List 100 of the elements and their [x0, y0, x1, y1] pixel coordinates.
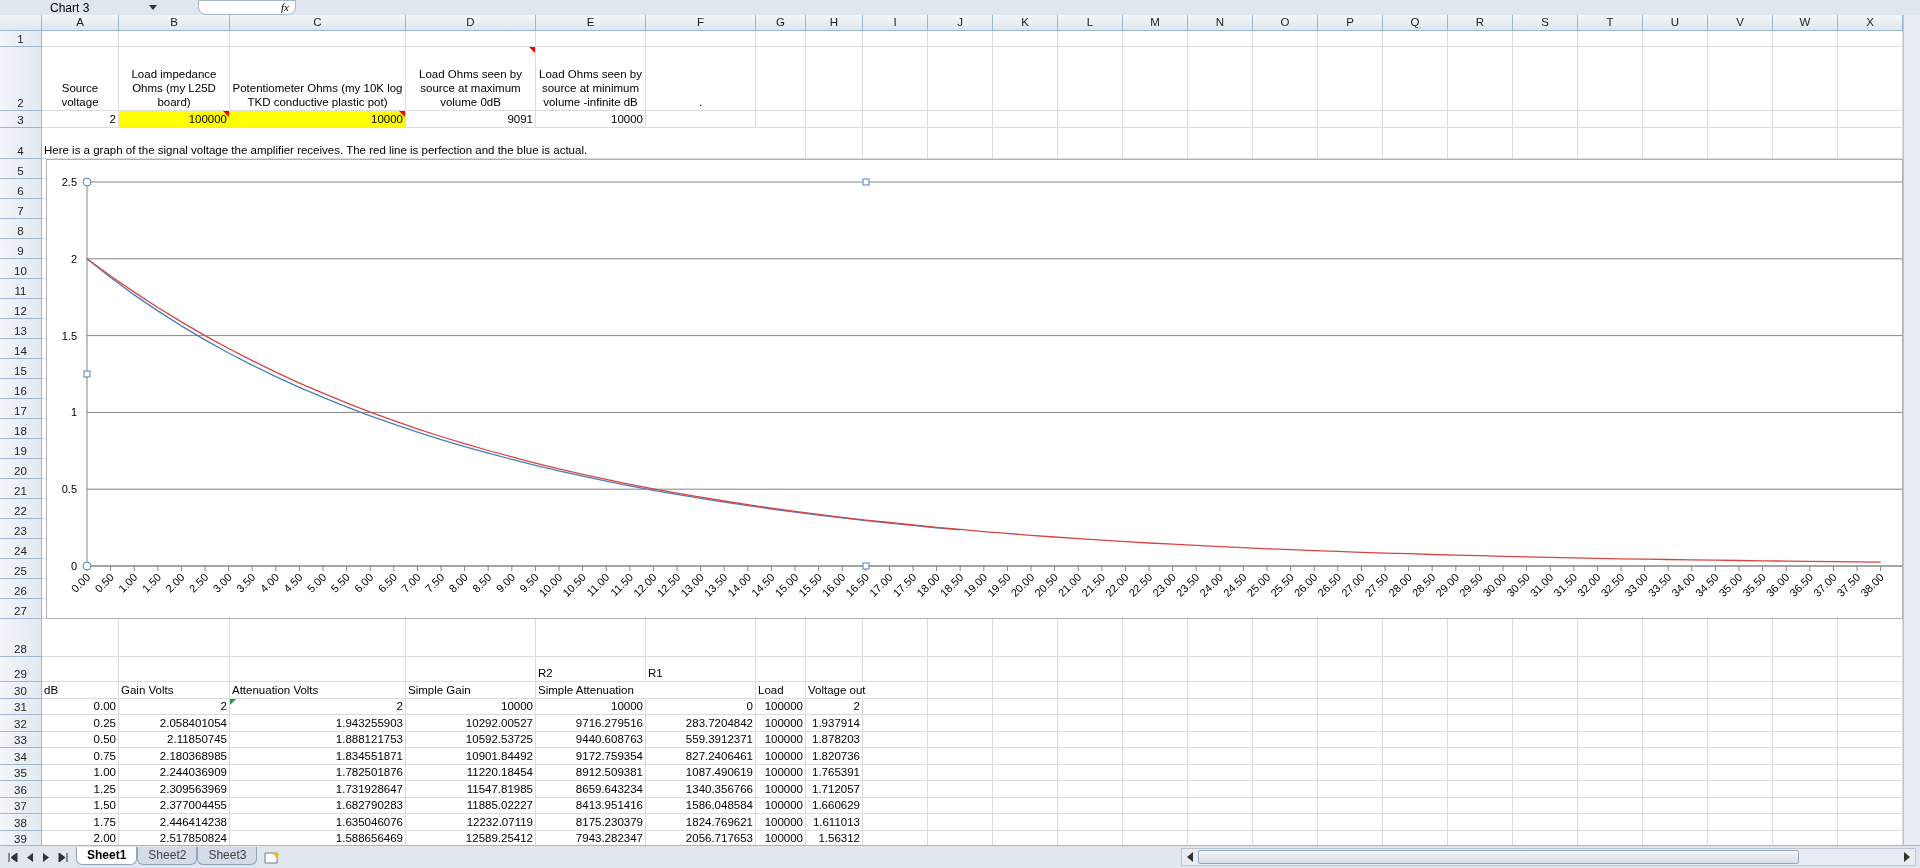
- table-cell[interactable]: 1.878203: [806, 731, 863, 748]
- table-cell[interactable]: 10000: [406, 698, 536, 715]
- table-cell[interactable]: [230, 31, 406, 47]
- table-cell[interactable]: [1123, 111, 1188, 128]
- table-cell[interactable]: [1448, 781, 1513, 798]
- table-cell[interactable]: 1.888121753: [230, 731, 406, 748]
- scroll-thumb[interactable]: [1198, 850, 1799, 864]
- column-header[interactable]: C: [230, 15, 406, 31]
- table-cell[interactable]: 1.682790283: [230, 797, 406, 814]
- row-header[interactable]: 12: [0, 299, 42, 319]
- table-cell[interactable]: [1318, 657, 1383, 682]
- table-cell[interactable]: [1578, 814, 1643, 831]
- sheet-tab[interactable]: Sheet1: [76, 846, 138, 865]
- table-cell[interactable]: 100000: [756, 764, 806, 781]
- table-cell[interactable]: [1513, 47, 1578, 111]
- table-cell[interactable]: [1708, 31, 1773, 47]
- table-cell[interactable]: [1513, 748, 1578, 765]
- table-cell[interactable]: [1253, 47, 1318, 111]
- table-cell[interactable]: [928, 715, 993, 732]
- table-cell[interactable]: [1708, 111, 1773, 128]
- row-header[interactable]: 34: [0, 748, 42, 765]
- column-header[interactable]: R: [1448, 15, 1513, 31]
- table-cell[interactable]: 1.635046076: [230, 814, 406, 831]
- table-cell[interactable]: 11885.02227: [406, 797, 536, 814]
- resize-handle[interactable]: [82, 177, 92, 187]
- table-cell[interactable]: 1.937914: [806, 715, 863, 732]
- column-header[interactable]: O: [1253, 15, 1318, 31]
- table-cell[interactable]: 100000: [756, 781, 806, 798]
- table-cell[interactable]: 0.00: [42, 698, 119, 715]
- row-header[interactable]: 36: [0, 781, 42, 798]
- table-cell[interactable]: 8659.643234: [536, 781, 646, 798]
- resize-handle[interactable]: [862, 562, 870, 570]
- table-cell[interactable]: [1448, 814, 1513, 831]
- table-cell[interactable]: [1643, 748, 1708, 765]
- table-cell[interactable]: [1383, 814, 1448, 831]
- table-cell[interactable]: [1643, 698, 1708, 715]
- table-cell[interactable]: 1.820736: [806, 748, 863, 765]
- table-cell[interactable]: 10592.53725: [406, 731, 536, 748]
- table-cell[interactable]: [928, 31, 993, 47]
- table-cell[interactable]: 10000: [230, 111, 406, 128]
- table-cell[interactable]: 9172.759354: [536, 748, 646, 765]
- table-cell[interactable]: [1578, 731, 1643, 748]
- table-cell[interactable]: 1.00: [42, 764, 119, 781]
- formula-field[interactable]: fx: [198, 0, 296, 15]
- table-cell[interactable]: [993, 781, 1058, 798]
- table-cell[interactable]: [993, 111, 1058, 128]
- table-cell[interactable]: 100000: [756, 715, 806, 732]
- table-cell[interactable]: [1708, 657, 1773, 682]
- table-cell[interactable]: [1253, 731, 1318, 748]
- table-cell[interactable]: 10000: [536, 698, 646, 715]
- table-cell[interactable]: [1253, 31, 1318, 47]
- table-cell[interactable]: 1.611013: [806, 814, 863, 831]
- table-cell[interactable]: [1643, 682, 1708, 699]
- table-cell[interactable]: [1318, 715, 1383, 732]
- table-cell[interactable]: 2.446414238: [119, 814, 230, 831]
- table-cell[interactable]: [1253, 764, 1318, 781]
- table-cell[interactable]: [993, 731, 1058, 748]
- select-all-button[interactable]: [0, 15, 42, 31]
- table-cell[interactable]: [806, 47, 863, 111]
- table-cell[interactable]: [1578, 682, 1643, 699]
- table-cell[interactable]: [1383, 47, 1448, 111]
- table-cell[interactable]: [1643, 797, 1708, 814]
- table-cell[interactable]: [928, 731, 993, 748]
- table-cell[interactable]: .: [646, 47, 756, 111]
- table-cell[interactable]: [1383, 31, 1448, 47]
- table-cell[interactable]: [1058, 657, 1123, 682]
- first-sheet-icon[interactable]: [8, 852, 18, 862]
- row-header[interactable]: 18: [0, 419, 42, 439]
- vertical-scrollbar[interactable]: [1903, 15, 1920, 845]
- table-cell[interactable]: [1058, 698, 1123, 715]
- table-cell[interactable]: [928, 111, 993, 128]
- last-sheet-icon[interactable]: [58, 852, 68, 862]
- table-cell[interactable]: Simple Attenuation: [536, 682, 756, 699]
- column-header[interactable]: Q: [1383, 15, 1448, 31]
- table-cell[interactable]: [863, 715, 928, 732]
- table-cell[interactable]: [863, 781, 928, 798]
- table-cell[interactable]: [1578, 698, 1643, 715]
- row-header[interactable]: 8: [0, 219, 42, 239]
- table-cell[interactable]: [756, 47, 806, 111]
- table-cell[interactable]: [1773, 748, 1838, 765]
- column-header[interactable]: M: [1123, 15, 1188, 31]
- table-cell[interactable]: [1318, 731, 1383, 748]
- table-cell[interactable]: [1058, 715, 1123, 732]
- table-cell[interactable]: [119, 31, 230, 47]
- table-cell[interactable]: [928, 748, 993, 765]
- table-cell[interactable]: [1058, 781, 1123, 798]
- table-cell[interactable]: [1448, 111, 1513, 128]
- table-cell[interactable]: 12232.07119: [406, 814, 536, 831]
- next-sheet-icon[interactable]: [42, 852, 50, 862]
- table-cell[interactable]: [993, 657, 1058, 682]
- column-header[interactable]: U: [1643, 15, 1708, 31]
- row-header[interactable]: 13: [0, 319, 42, 339]
- table-cell[interactable]: [1708, 682, 1773, 699]
- row-header[interactable]: 14: [0, 339, 42, 359]
- table-cell[interactable]: [1773, 715, 1838, 732]
- table-cell[interactable]: [756, 31, 806, 47]
- table-cell[interactable]: [1253, 715, 1318, 732]
- table-cell[interactable]: 1586.048584: [646, 797, 756, 814]
- row-header[interactable]: 17: [0, 399, 42, 419]
- row-header[interactable]: 5: [0, 159, 42, 179]
